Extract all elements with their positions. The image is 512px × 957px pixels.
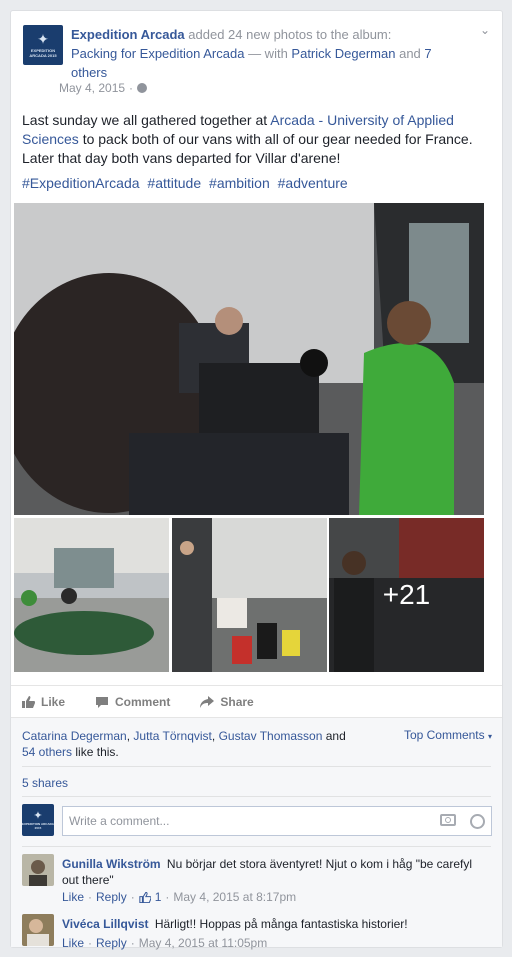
caret-down-icon: ▾ [487, 732, 492, 741]
commenter-avatar[interactable] [22, 854, 54, 886]
comment-like-count[interactable]: 1 [155, 890, 162, 904]
more-photos-count: +21 [382, 579, 431, 610]
thumbnail-photo-more[interactable]: +21 [329, 518, 484, 672]
comment-icon [96, 696, 109, 708]
meta-separator: · [129, 81, 134, 95]
comment-meta: Like · Reply · 1 · May 4, 2015 at 8:17pm [62, 890, 296, 904]
divider [22, 846, 491, 847]
hashtag-link[interactable]: #ExpeditionArcada [22, 175, 140, 191]
current-user-avatar[interactable]: ✦ EXPEDITION ARCADA 2015 [22, 804, 54, 836]
comment-input[interactable]: Write a comment... [62, 806, 492, 836]
comment-button[interactable]: Comment [95, 695, 170, 709]
likes-tail: like this. [75, 745, 119, 759]
feed-post-card: ⌄ ✦ EXPEDITION ARCADA 2015 Expedition Ar… [10, 10, 503, 950]
comments-area: Catarina Degerman, Jutta Törnqvist, Gust… [11, 717, 502, 950]
chevron-down-icon[interactable]: ⌄ [480, 23, 490, 37]
main-photo[interactable] [14, 203, 484, 515]
comment-meta: Like · Reply · May 4, 2015 at 11:05pm [62, 936, 267, 950]
comment-placeholder: Write a comment... [69, 814, 170, 828]
meta-dot: · [130, 890, 135, 904]
page-avatar[interactable]: ✦ EXPEDITION ARCADA 2015 [23, 25, 63, 65]
page-name-link[interactable]: Expedition Arcada [71, 27, 185, 42]
thumbnail-photo[interactable] [14, 518, 169, 672]
body-text-1: Last sunday we all gathered together at [22, 112, 268, 128]
star-logo-icon: ✦ [37, 31, 49, 47]
hashtag-link[interactable]: #ambition [209, 175, 270, 191]
emoji-icon[interactable] [470, 814, 485, 829]
comment-text: Härligt!! Hoppas på många fantastiska hi… [154, 917, 408, 931]
comment-like-link[interactable]: Like [62, 890, 84, 904]
action-text: added 24 new photos to the album: [188, 27, 392, 42]
thumbs-up-icon [22, 695, 35, 708]
top-comments-dropdown[interactable]: Top Comments ▾ [404, 728, 492, 742]
comment-like-link[interactable]: Like [62, 936, 84, 950]
post-meta: May 4, 2015 · [59, 81, 148, 95]
comment-author-link[interactable]: Gunilla Wikström [62, 857, 161, 871]
comment-body: Gunilla Wikström Nu börjar det stora äve… [62, 856, 482, 888]
comment-time[interactable]: May 4, 2015 at 8:17pm [173, 890, 296, 904]
comment-box-icons [440, 814, 485, 829]
album-link[interactable]: Packing for Expedition Arcada [71, 46, 244, 61]
liker-link[interactable]: Jutta Törnqvist [133, 729, 211, 743]
like-button[interactable]: Like [21, 695, 65, 709]
share-icon [200, 695, 215, 708]
meta-dot: · [88, 936, 93, 950]
thumbnail-photo[interactable] [172, 518, 327, 672]
divider [22, 766, 491, 767]
post-actions-bar: Like Comment Share [11, 685, 502, 717]
globe-icon[interactable] [137, 83, 148, 93]
hashtag-link[interactable]: #adventure [278, 175, 348, 191]
divider [22, 796, 491, 797]
thumbs-up-icon [139, 891, 151, 903]
post-date[interactable]: May 4, 2015 [59, 81, 125, 95]
meta-dot: · [165, 890, 170, 904]
share-button[interactable]: Share [200, 694, 254, 709]
tagged-person-link[interactable]: Patrick Degerman [291, 46, 395, 61]
commenter-avatar[interactable] [22, 914, 54, 946]
meta-dot: · [88, 890, 93, 904]
liker-link[interactable]: Gustav Thomasson [219, 729, 323, 743]
liker-link[interactable]: Catarina Degerman [22, 729, 127, 743]
top-comments-label: Top Comments [403, 728, 485, 742]
and-text: and [325, 729, 346, 743]
more-photos-overlay[interactable]: +21 [329, 518, 484, 672]
comma: , [126, 729, 131, 743]
share-label: Share [220, 694, 254, 709]
comment-reply-link[interactable]: Reply [96, 890, 127, 904]
post-body: Last sunday we all gathered together at … [22, 111, 492, 168]
meta-dot: · [130, 936, 135, 950]
avatar-label: EXPEDITION ARCADA 2015 [22, 821, 54, 830]
comment-reply-link[interactable]: Reply [96, 936, 127, 950]
star-logo-icon: ✦ [33, 809, 43, 822]
camera-icon[interactable] [440, 814, 456, 826]
others-likes-link[interactable]: 54 others [22, 745, 72, 759]
post-header-text: Expedition Arcada added 24 new photos to… [71, 25, 441, 82]
with-text: — with [248, 46, 288, 61]
comment-author-link[interactable]: Vivéca Lillqvist [62, 917, 149, 931]
and-text: and [399, 46, 421, 61]
avatar-label: EXPEDITION ARCADA 2015 [29, 48, 57, 58]
comment-body: Vivéca Lillqvist Härligt!! Hoppas på mån… [62, 916, 482, 932]
hashtags: #ExpeditionArcada #attitude #ambition #a… [22, 175, 352, 191]
shares-link[interactable]: 5 shares [22, 776, 68, 790]
like-label: Like [41, 694, 66, 709]
comment-label: Comment [115, 694, 171, 709]
comment-time[interactable]: May 4, 2015 at 11:05pm [139, 936, 268, 950]
comma: , [211, 729, 216, 743]
likes-summary: Catarina Degerman, Jutta Törnqvist, Gust… [22, 728, 362, 760]
hashtag-link[interactable]: #attitude [147, 175, 201, 191]
body-text-2: to pack both of our vans with all of our… [22, 131, 473, 166]
